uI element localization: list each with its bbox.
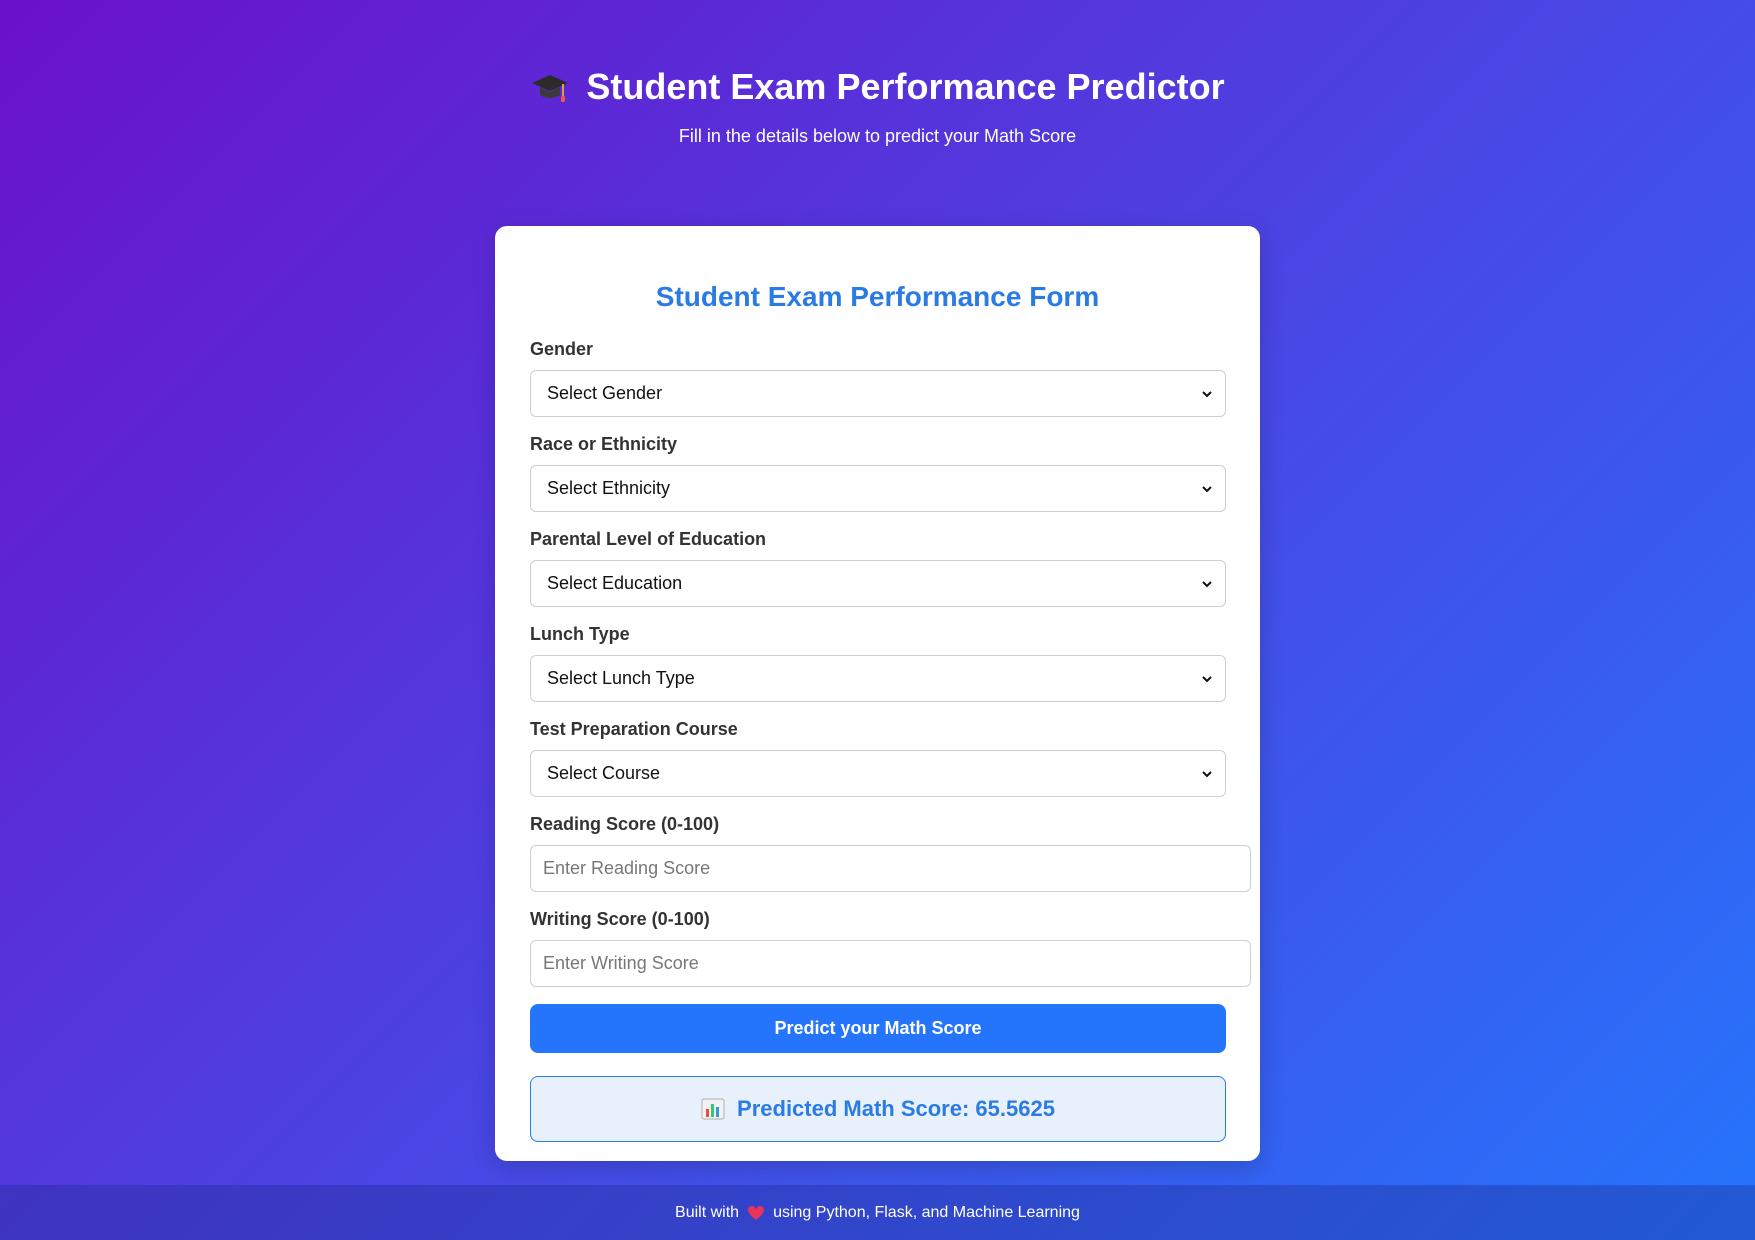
gender-field: Gender Select Gender (530, 339, 1226, 417)
lunch-label: Lunch Type (530, 624, 630, 644)
page-subtitle: Fill in the details below to predict you… (678, 126, 1077, 146)
course-select-value: Select Course (547, 763, 661, 783)
ethnicity-select-value: Select Ethnicity (547, 478, 671, 498)
form-card: Student Exam Performance Form Gender Sel… (495, 226, 1260, 1161)
course-field: Test Preparation Course Select Course (530, 719, 1226, 797)
reading-label: Reading Score (0-100) (530, 814, 720, 834)
ethnicity-select[interactable]: Select Ethnicity (530, 465, 1226, 512)
gender-select-value: Select Gender (547, 383, 663, 403)
page-footer: Built with using Python, Flask, and Mach… (0, 1185, 1755, 1240)
heart-icon (748, 1205, 765, 1220)
chevron-down-icon (1202, 770, 1212, 777)
reading-field: Reading Score (0-100) (530, 814, 1251, 892)
education-field: Parental Level of Education Select Educa… (530, 529, 1226, 607)
education-label: Parental Level of Education (530, 529, 767, 549)
writing-score-input[interactable] (530, 940, 1251, 987)
chevron-down-icon (1202, 390, 1212, 397)
page-header: Student Exam Performance Predictor Fill … (0, 62, 1755, 147)
footer-prefix: Built with (675, 1203, 740, 1221)
course-label: Test Preparation Course (530, 719, 738, 739)
gender-select[interactable]: Select Gender (530, 370, 1226, 417)
education-select-value: Select Education (547, 573, 683, 593)
graduation-cap-icon (532, 75, 569, 102)
chevron-down-icon (1202, 675, 1212, 682)
result-row: Predicted Math Score: 65.5625 (530, 1076, 1226, 1142)
bar-chart-icon (701, 1098, 725, 1120)
chevron-down-icon (1202, 580, 1212, 587)
title-row: Student Exam Performance Predictor (0, 62, 1755, 112)
footer-suffix: using Python, Flask, and Machine Learnin… (773, 1203, 1080, 1221)
form-title: Student Exam Performance Form (655, 281, 1100, 312)
prediction-result: Predicted Math Score: 65.5625 (530, 1076, 1226, 1142)
lunch-select-value: Select Lunch Type (547, 668, 695, 688)
course-select[interactable]: Select Course (530, 750, 1226, 797)
reading-score-input[interactable] (530, 845, 1251, 892)
writing-label: Writing Score (0-100) (530, 909, 710, 929)
education-select[interactable]: Select Education (530, 560, 1226, 607)
ethnicity-field: Race or Ethnicity Select Ethnicity (530, 434, 1226, 512)
submit-row: Predict your Math Score (530, 1004, 1226, 1053)
gender-label: Gender (530, 339, 594, 359)
lunch-select[interactable]: Select Lunch Type (530, 655, 1226, 702)
chevron-down-icon (1202, 485, 1212, 492)
prediction-result-text: Predicted Math Score: 65.5625 (737, 1096, 1055, 1121)
lunch-field: Lunch Type Select Lunch Type (530, 624, 1226, 702)
ethnicity-label: Race or Ethnicity (530, 434, 678, 454)
page-title: Student Exam Performance Predictor (586, 66, 1225, 107)
writing-field: Writing Score (0-100) (530, 909, 1251, 987)
predict-button[interactable]: Predict your Math Score (530, 1004, 1226, 1053)
